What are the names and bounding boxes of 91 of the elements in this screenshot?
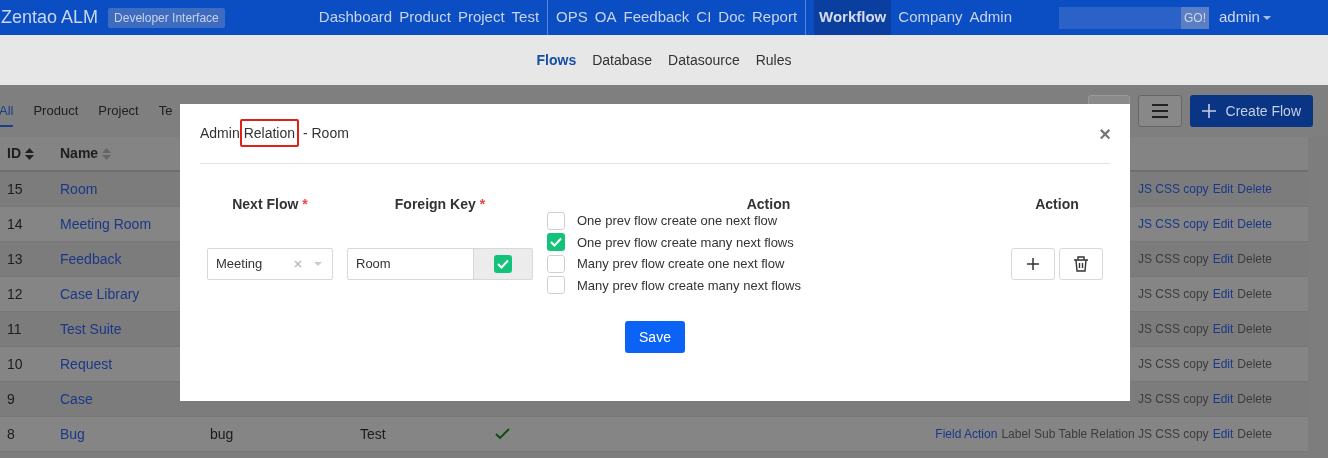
user-menu[interactable]: admin (1219, 6, 1271, 29)
option-label: One prev flow create many next flows (577, 233, 794, 252)
action-link[interactable]: JS CSS copy (1137, 320, 1209, 338)
caret-icon (1262, 15, 1271, 20)
menu-button[interactable] (1137, 95, 1182, 127)
column-header: Action (745, 195, 792, 214)
column-header: Action (1034, 195, 1080, 214)
nav-tab[interactable]: CI (696, 0, 712, 35)
action-link[interactable]: Field Action (935, 425, 998, 443)
action-link[interactable]: Delete (1237, 215, 1272, 233)
close-button[interactable]: × (1099, 118, 1111, 149)
sort-icon (102, 147, 112, 160)
table-cell-text: 12 (7, 284, 24, 304)
action-link[interactable]: Edit (1212, 425, 1234, 443)
table-cell-text: 11 (7, 319, 23, 339)
table-cell-text: 8 (7, 424, 16, 444)
filter-tab[interactable]: Product (33, 95, 79, 127)
table-cell-text: 14 (7, 214, 24, 234)
create-flow-button[interactable]: Create Flow (1189, 95, 1313, 127)
option-label: Many prev flow create many next flows (577, 276, 801, 295)
checkbox[interactable] (547, 211, 565, 230)
nav-tab[interactable]: Doc (718, 0, 746, 35)
sort-icon (25, 147, 34, 160)
action-link[interactable]: JS CSS copy (1137, 250, 1209, 268)
subnav-tab[interactable]: Database (592, 49, 653, 71)
nav-tab[interactable]: Workflow (814, 0, 892, 35)
plus-icon (1201, 104, 1216, 118)
action-link[interactable]: Delete (1237, 250, 1272, 268)
table-cell-text: Test (360, 424, 387, 444)
checkbox[interactable] (547, 254, 565, 273)
action-link[interactable]: Delete (1237, 285, 1272, 303)
action-link[interactable]: JS CSS copy (1137, 355, 1209, 373)
option-label: Many prev flow create one next flow (577, 255, 785, 273)
action-link[interactable]: Label Sub Table Relation JS CSS copy (1001, 425, 1209, 443)
nav-tab[interactable]: OA (594, 0, 617, 35)
subnav-tab[interactable]: Flows (536, 49, 577, 71)
action-link[interactable]: Delete (1237, 320, 1272, 338)
action-link[interactable]: Delete (1237, 355, 1272, 373)
action-link[interactable]: Delete (1237, 390, 1272, 408)
action-link[interactable]: JS CSS copy (1137, 285, 1209, 303)
checkbox[interactable] (547, 276, 565, 295)
table-cell-text: bug (210, 424, 235, 444)
brand-logo[interactable]: Zentao ALM (1, 4, 99, 31)
table-cell-text: 9 (7, 389, 16, 409)
subnav-tab[interactable]: Datasource (668, 49, 740, 71)
next-flow-select[interactable]: Meeting (207, 248, 333, 280)
save-button[interactable]: Save (625, 321, 685, 353)
search-field[interactable]: GO! (1059, 6, 1210, 29)
table-cell-text: 15 (7, 179, 24, 199)
action-link[interactable]: Edit (1212, 320, 1234, 338)
trash-icon (1072, 255, 1090, 273)
action-link[interactable]: JS CSS copy (1137, 215, 1209, 233)
delete-button[interactable] (1059, 248, 1103, 280)
nav-tab[interactable]: Company (898, 0, 963, 35)
nav-tab[interactable]: Report (752, 0, 798, 35)
flow-link[interactable]: Bug (60, 423, 210, 445)
action-link[interactable]: Edit (1212, 355, 1234, 373)
table-cell-text: 13 (7, 249, 24, 269)
action-link[interactable]: Edit (1212, 215, 1234, 233)
action-link[interactable]: Edit (1212, 390, 1234, 408)
nav-tab[interactable]: Test (511, 0, 540, 35)
option-label: One prev flow create one next flow (577, 212, 778, 230)
clear-icon[interactable] (294, 260, 302, 268)
caret-icon (314, 262, 322, 266)
plus-icon (1026, 257, 1040, 271)
table-cell-text: 10 (7, 354, 24, 374)
column-header: Foreign Key * (393, 195, 487, 214)
action-link[interactable]: JS CSS copy (1137, 390, 1209, 408)
nav-tab[interactable]: Product (399, 0, 451, 35)
menu-icon (1151, 104, 1168, 118)
filter-tab[interactable]: Project (98, 95, 139, 127)
action-link[interactable]: JS CSS copy (1137, 180, 1209, 198)
nav-tab[interactable]: OPS (556, 0, 588, 35)
column-header[interactable]: ID (7, 143, 60, 164)
action-link[interactable]: Delete (1237, 425, 1272, 443)
action-link[interactable]: Edit (1212, 250, 1234, 268)
nav-tab[interactable]: Feedback (623, 0, 690, 35)
nav-tab[interactable]: Admin (969, 0, 1013, 35)
action-link[interactable]: Edit (1212, 180, 1234, 198)
filter-tab[interactable]: Te (158, 95, 173, 127)
add-button[interactable] (1011, 248, 1055, 280)
action-link[interactable]: Delete (1237, 180, 1272, 198)
nav-tab[interactable]: Dashboard (318, 0, 393, 35)
environment-badge: Developer Interface (108, 7, 225, 28)
column-header: Next Flow * (231, 195, 309, 214)
subnav-tab[interactable]: Rules (755, 49, 792, 71)
checkbox[interactable] (547, 233, 565, 252)
nav-tab[interactable]: Project (457, 0, 505, 35)
search-button[interactable]: GO! (1181, 6, 1210, 29)
action-link[interactable]: Edit (1212, 285, 1234, 303)
column-header[interactable]: Name (60, 143, 112, 164)
